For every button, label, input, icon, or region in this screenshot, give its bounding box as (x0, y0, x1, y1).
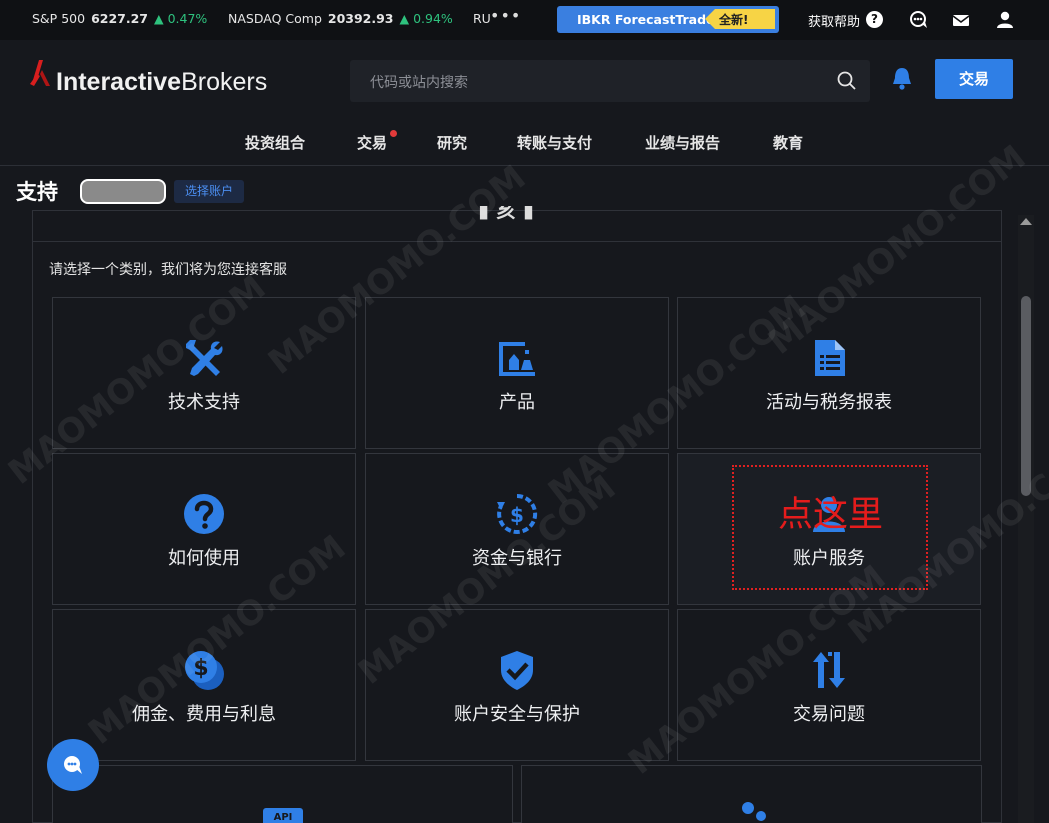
search-input[interactable]: 代码或站内搜索 (350, 60, 870, 102)
svg-text:$: $ (193, 656, 208, 681)
category-funds-banking[interactable]: $ 资金与银行 (365, 453, 669, 605)
new-badge: 全新! (705, 9, 775, 29)
search-icon[interactable] (836, 70, 858, 92)
ticker-sp500[interactable]: S&P 500 6227.27 ▲ 0.47% (32, 11, 207, 26)
chat-bubble-icon (64, 756, 82, 774)
panel-heading-partial: ▮ 亥 ▮ (478, 206, 534, 220)
scroll-up-arrow-icon[interactable] (1020, 218, 1032, 225)
ibkr-logo-icon[interactable] (30, 60, 54, 94)
mail-icon[interactable] (950, 9, 972, 31)
nav-portfolio[interactable]: 投资组合 (245, 132, 305, 153)
page-title: 支持 (16, 180, 58, 204)
nav-education[interactable]: 教育 (773, 132, 803, 153)
nav-research[interactable]: 研究 (437, 132, 467, 153)
chat-support-button[interactable] (47, 739, 99, 791)
trade-button[interactable]: 交易 (935, 59, 1013, 99)
nav-performance-reports[interactable]: 业绩与报告 (645, 132, 720, 153)
nav-transfer-pay[interactable]: 转账与支付 (517, 132, 592, 153)
market-ticker-bar: S&P 500 6227.27 ▲ 0.47% NASDAQ Comp 20392.9… (0, 0, 1049, 40)
document-icon (815, 340, 845, 376)
category-label: 资金与银行 (472, 548, 562, 569)
user-icon[interactable] (994, 9, 1016, 31)
category-how-to-use[interactable]: 如何使用 (52, 453, 356, 605)
ticker-nasdaq[interactable]: NASDAQ Comp 20392.93 ▲ 0.94% (228, 11, 453, 26)
category-account-security[interactable]: 账户安全与保护 (365, 609, 669, 761)
category-label: 账户安全与保护 (454, 704, 580, 725)
category-tech-support[interactable]: 技术支持 (52, 297, 356, 449)
shield-check-icon (501, 651, 533, 690)
help-link[interactable]: 获取帮助 (808, 11, 860, 30)
people-icon (742, 802, 766, 821)
question-icon (184, 494, 224, 534)
api-icon: API (263, 808, 303, 823)
money-cycle-icon: $ (497, 493, 538, 534)
category-label: 佣金、费用与利息 (132, 704, 276, 725)
annotation-click-here: 点这里 (778, 495, 884, 535)
main-header: InteractiveBrokers 代码或站内搜索 交易 投资组合 交易 研究… (0, 40, 1049, 166)
nav-trade-notification-dot (390, 130, 397, 137)
forecasttrader-promo[interactable]: IBKR ForecastTrader 全新! (557, 6, 779, 33)
category-label: 产品 (499, 392, 535, 413)
category-trading-issues[interactable]: 交易问题 (677, 609, 981, 761)
svg-text:$: $ (510, 503, 524, 527)
chat-icon[interactable] (908, 9, 930, 31)
nav-trade[interactable]: 交易 (357, 132, 387, 153)
ibkr-logo-text[interactable]: InteractiveBrokers (56, 68, 267, 97)
category-people-partial[interactable] (521, 765, 982, 823)
select-account-button[interactable]: 选择账户 (174, 180, 244, 203)
category-label: 活动与税务报表 (766, 392, 892, 413)
coins-icon: $ (185, 651, 224, 690)
scrollbar-thumb[interactable] (1021, 296, 1031, 496)
arrows-updown-icon (813, 652, 845, 688)
category-label: 交易问题 (793, 704, 865, 725)
category-commissions-fees[interactable]: $ 佣金、费用与利息 (52, 609, 356, 761)
notification-bell-icon[interactable] (890, 66, 914, 92)
products-icon (499, 342, 535, 376)
tools-icon (186, 340, 223, 376)
category-label: 如何使用 (168, 548, 240, 569)
category-statements-tax[interactable]: 活动与税务报表 (677, 297, 981, 449)
account-id-redacted (80, 179, 166, 204)
ticker-more-icon[interactable]: ••• (490, 6, 521, 25)
help-icon[interactable]: ? (866, 11, 883, 28)
search-placeholder: 代码或站内搜索 (370, 75, 468, 91)
category-api-partial[interactable]: API (52, 765, 513, 823)
category-prompt: 请选择一个类别，我们将为您连接客服 (49, 262, 287, 278)
category-products[interactable]: 产品 (365, 297, 669, 449)
panel-divider (33, 241, 1001, 242)
ticker-russell[interactable]: RU (473, 11, 491, 26)
category-label: 技术支持 (168, 392, 240, 413)
